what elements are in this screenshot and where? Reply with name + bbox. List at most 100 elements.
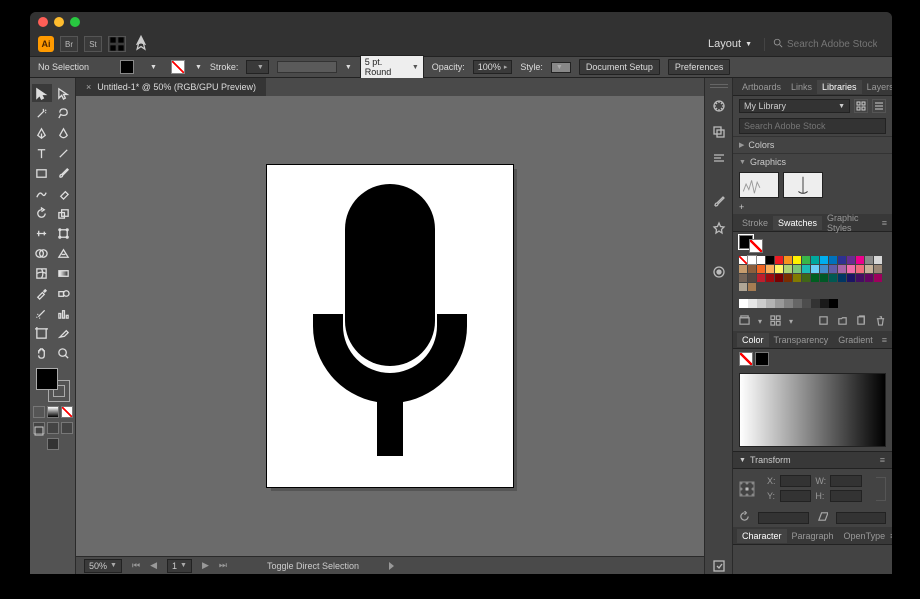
tab-layers[interactable]: Layers xyxy=(862,80,892,94)
swatch[interactable] xyxy=(757,256,765,264)
transform-panel-header[interactable]: ▼Transform ≡ xyxy=(733,451,892,469)
swatch[interactable] xyxy=(865,274,873,282)
gray-swatch[interactable] xyxy=(784,299,793,308)
swatch[interactable] xyxy=(802,265,810,273)
swatch[interactable] xyxy=(847,274,855,282)
color-spectrum[interactable] xyxy=(739,373,886,447)
gradient-tool[interactable] xyxy=(54,264,74,282)
minimize-window-button[interactable] xyxy=(54,17,64,27)
arrange-documents-button[interactable] xyxy=(108,36,126,52)
tab-graphic-styles[interactable]: Graphic Styles xyxy=(822,211,882,235)
swatch[interactable] xyxy=(829,265,837,273)
gradient-mode-button[interactable] xyxy=(47,406,59,418)
draw-behind-button[interactable] xyxy=(47,422,59,434)
artboard-next-last-icon[interactable]: ⏭ xyxy=(219,560,227,571)
swatch[interactable] xyxy=(766,256,774,264)
magic-wand-tool[interactable] xyxy=(32,104,52,122)
appearance-panel-icon[interactable] xyxy=(711,264,727,280)
swatch[interactable] xyxy=(802,274,810,282)
swatch[interactable] xyxy=(838,265,846,273)
hand-tool[interactable] xyxy=(32,344,52,362)
panel-menu-icon[interactable]: ≡ xyxy=(882,218,888,228)
swatch[interactable] xyxy=(766,265,774,273)
color-mode-button[interactable] xyxy=(33,406,45,418)
list-view-button[interactable] xyxy=(872,99,886,113)
draw-normal-button[interactable] xyxy=(33,422,45,434)
swatch[interactable] xyxy=(784,256,792,264)
swatch[interactable] xyxy=(775,274,783,282)
chevron-down-icon[interactable]: ▼ xyxy=(150,64,157,71)
swatch[interactable] xyxy=(748,265,756,273)
zoom-tool[interactable] xyxy=(54,344,74,362)
chevron-down-icon[interactable]: ▼ xyxy=(195,64,202,71)
swatch[interactable] xyxy=(829,274,837,282)
library-graphic-thumb[interactable] xyxy=(783,172,823,198)
blend-tool[interactable] xyxy=(54,284,74,302)
swatch[interactable] xyxy=(820,265,828,273)
reference-point-icon[interactable] xyxy=(739,481,755,497)
swatch[interactable] xyxy=(793,256,801,264)
color-stroke-indicator[interactable] xyxy=(755,352,769,366)
swatch[interactable] xyxy=(739,265,747,273)
artboard-next-icon[interactable]: ▶ xyxy=(202,560,209,571)
swatch[interactable] xyxy=(829,256,837,264)
status-flyout-icon[interactable] xyxy=(389,562,394,570)
chevron-down-icon[interactable]: ▼ xyxy=(345,64,352,71)
swatch[interactable] xyxy=(874,265,882,273)
stroke-weight-dropdown[interactable]: ▼ xyxy=(246,60,268,74)
swatch[interactable] xyxy=(811,274,819,282)
tab-paragraph[interactable]: Paragraph xyxy=(787,529,839,543)
brush-definition[interactable] xyxy=(277,61,337,73)
eraser-tool[interactable] xyxy=(54,184,74,202)
gpu-button[interactable] xyxy=(132,36,150,52)
swatch-options-icon[interactable] xyxy=(818,315,829,328)
tab-color[interactable]: Color xyxy=(737,333,769,347)
type-tool[interactable] xyxy=(32,144,52,162)
stock-button[interactable]: St xyxy=(84,36,102,52)
direct-selection-tool[interactable] xyxy=(54,84,74,102)
gray-swatch[interactable] xyxy=(829,299,838,308)
transform-h-input[interactable] xyxy=(830,490,862,502)
symbol-sprayer-tool[interactable] xyxy=(32,304,52,322)
colors-section-header[interactable]: ▶Colors xyxy=(733,136,892,153)
swatch[interactable] xyxy=(838,256,846,264)
tab-stroke[interactable]: Stroke xyxy=(737,216,773,230)
fill-stroke-control[interactable] xyxy=(36,368,70,402)
swatch[interactable] xyxy=(820,256,828,264)
swatch[interactable] xyxy=(766,274,774,282)
tab-gradient[interactable]: Gradient xyxy=(833,333,878,347)
symbols-panel-icon[interactable] xyxy=(711,220,727,236)
link-wh-icon[interactable] xyxy=(876,477,886,501)
close-tab-icon[interactable]: × xyxy=(86,82,91,92)
rotate-input[interactable] xyxy=(758,512,809,524)
swatch[interactable] xyxy=(847,256,855,264)
gray-swatch[interactable] xyxy=(811,299,820,308)
grid-view-button[interactable] xyxy=(854,99,868,113)
swatch[interactable] xyxy=(811,265,819,273)
delete-swatch-icon[interactable] xyxy=(875,315,886,328)
swatch[interactable] xyxy=(847,265,855,273)
gray-swatch[interactable] xyxy=(739,299,748,308)
document-setup-button[interactable]: Document Setup xyxy=(579,59,660,75)
swatch[interactable] xyxy=(739,274,747,282)
column-graph-tool[interactable] xyxy=(54,304,74,322)
swatch[interactable] xyxy=(775,256,783,264)
gray-swatch[interactable] xyxy=(766,299,775,308)
zoom-dropdown[interactable]: 50%▼ xyxy=(84,559,122,573)
stroke-swatch-mini[interactable] xyxy=(165,60,187,74)
panel-menu-icon[interactable]: ≡ xyxy=(890,531,892,541)
graphics-section-header[interactable]: ▼Graphics xyxy=(733,153,892,170)
free-transform-tool[interactable] xyxy=(54,224,74,242)
shaper-tool[interactable] xyxy=(32,184,52,202)
mesh-tool[interactable] xyxy=(32,264,52,282)
library-dropdown[interactable]: My Library▼ xyxy=(739,99,850,113)
gray-swatch[interactable] xyxy=(802,299,811,308)
swatch[interactable] xyxy=(874,256,882,264)
preferences-button[interactable]: Preferences xyxy=(668,59,731,75)
curvature-tool[interactable] xyxy=(54,124,74,142)
tab-artboards[interactable]: Artboards xyxy=(737,80,786,94)
paintbrush-tool[interactable] xyxy=(54,164,74,182)
none-mode-button[interactable] xyxy=(61,406,73,418)
color-fill-indicator[interactable] xyxy=(739,352,753,366)
swatch[interactable] xyxy=(739,283,747,291)
